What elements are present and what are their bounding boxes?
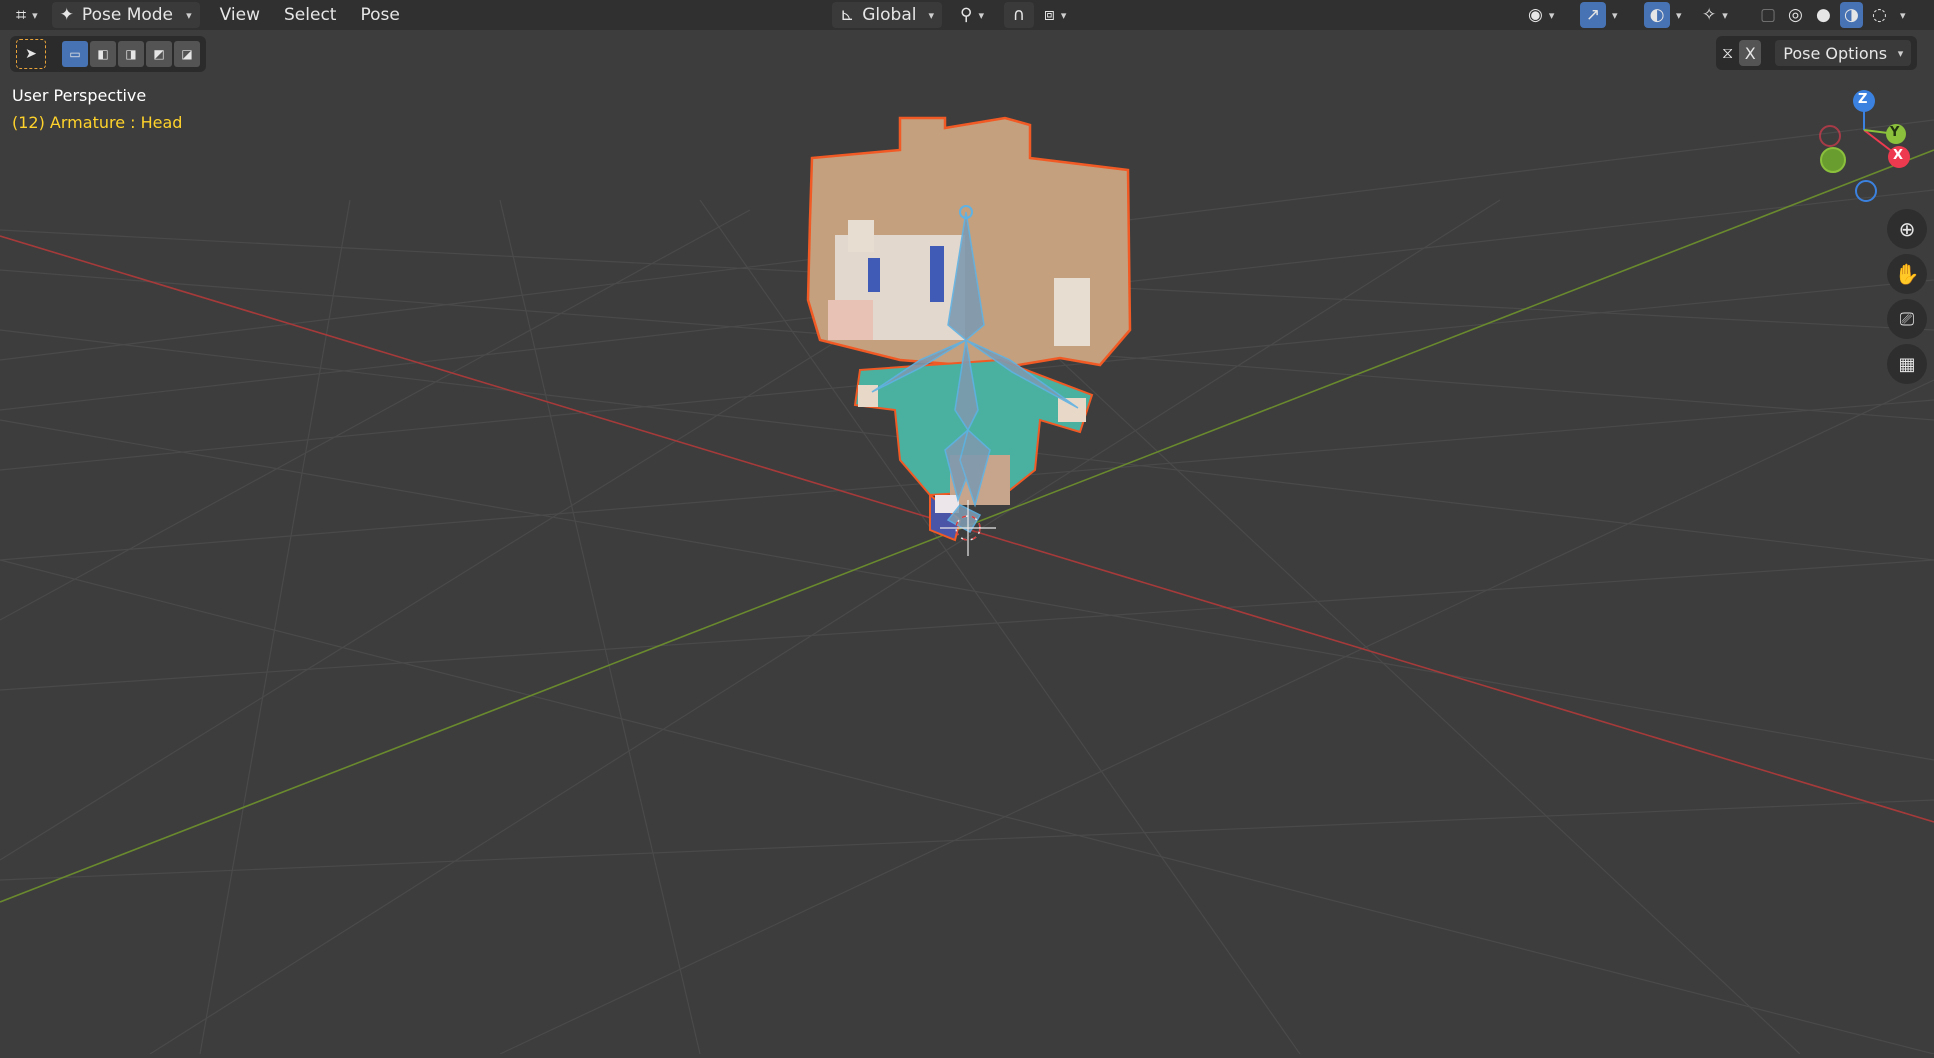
snap-target-button[interactable]: ⧈ ▾ <box>1036 2 1074 28</box>
select-mode-intersect[interactable]: ◪ <box>174 41 200 67</box>
pan-button[interactable]: ✋ <box>1887 254 1927 294</box>
pose-options-dropdown[interactable]: Pose Options ▾ <box>1775 40 1912 66</box>
shading-wireframe-button[interactable]: ◎ <box>1784 2 1807 28</box>
xray-toggle[interactable]: ▢ <box>1752 2 1784 28</box>
select-mode-new[interactable]: ▭ <box>62 41 88 67</box>
menu-view[interactable]: View <box>212 2 268 28</box>
pivot-point-button[interactable]: ⚲ ▾ <box>952 2 992 28</box>
select-mode-invert[interactable]: ◩ <box>146 41 172 67</box>
viewport-header: ⌗ ▾ ✦ Pose Mode ▾ View Select Pose ⊾ Glob… <box>0 0 1934 30</box>
mode-invert-icon: ◩ <box>153 47 165 61</box>
mode-subtract-icon: ◨ <box>125 47 137 61</box>
active-tool-button[interactable]: ➤ <box>16 39 46 69</box>
eye-icon: ◉ <box>1528 5 1543 25</box>
mode-intersect-icon: ◪ <box>181 47 193 61</box>
mirror-x-toggle[interactable]: X <box>1739 40 1762 66</box>
gizmo-y-label[interactable]: Y <box>1890 125 1899 140</box>
overlays-toggle[interactable]: ◐ ▾ <box>1636 2 1690 28</box>
editor-type-button[interactable]: ⌗ ▾ <box>8 2 46 28</box>
gizmo-icon: ↗ <box>1580 2 1606 28</box>
snap-increment-icon: ⧈ <box>1044 5 1055 25</box>
xray-icon: ▢ <box>1760 5 1777 25</box>
select-mode-subtract[interactable]: ◨ <box>118 41 144 67</box>
select-mode-extend[interactable]: ◧ <box>90 41 116 67</box>
camera-view-button[interactable]: ⎚ <box>1887 299 1927 339</box>
viewport-scene <box>0 0 1934 1055</box>
bone-icon: ✧ <box>1702 5 1717 25</box>
perspective-toggle-button[interactable]: ▦ <box>1887 344 1927 384</box>
wireframe-icon: ◎ <box>1788 5 1803 25</box>
camera-icon: ⎚ <box>1899 308 1915 330</box>
visibility-button[interactable]: ◉ ▾ <box>1520 2 1562 28</box>
overlays-icon: ◐ <box>1644 2 1670 28</box>
rendered-icon: ◌ <box>1872 5 1887 25</box>
orientation-label: Global <box>862 5 917 25</box>
bone-overlay-button[interactable]: ✧ ▾ <box>1694 2 1736 28</box>
mirror-x-label: X <box>1744 43 1756 63</box>
hand-icon: ✋ <box>1894 262 1920 286</box>
shading-options-button[interactable]: ▾ <box>1896 2 1910 28</box>
grid-perspective-icon: ▦ <box>1898 353 1916 375</box>
shading-solid-button[interactable]: ● <box>1812 2 1835 28</box>
gizmo-x-label[interactable]: X <box>1893 148 1903 163</box>
pivot-icon: ⚲ <box>960 5 973 25</box>
mode-dropdown[interactable]: ✦ Pose Mode ▾ <box>51 2 200 28</box>
zoom-icon: ⊕ <box>1898 217 1916 241</box>
menu-pose[interactable]: Pose <box>352 2 407 28</box>
zoom-button[interactable]: ⊕ <box>1887 209 1927 249</box>
mirror-icon: ⧖ <box>1722 43 1734 62</box>
pose-options-bar: ⧖ X Pose Options ▾ <box>1716 36 1918 70</box>
solid-icon: ● <box>1816 5 1831 25</box>
magnet-icon: ∩ <box>1012 5 1026 25</box>
mode-extend-icon: ◧ <box>97 47 109 61</box>
gizmo-z-label[interactable]: Z <box>1858 92 1867 107</box>
snap-toggle[interactable]: ∩ <box>1004 2 1034 28</box>
3d-viewport-icon: ⌗ <box>16 4 27 26</box>
shading-material-button[interactable]: ◑ <box>1840 2 1863 28</box>
transform-orientation-dropdown[interactable]: ⊾ Global ▾ <box>832 2 942 28</box>
select-box-icon: ➤ <box>25 46 37 62</box>
orientation-icon: ⊾ <box>840 5 855 25</box>
select-mode-group: ▭ ◧ ◨ ◩ ◪ <box>62 41 200 67</box>
menu-select[interactable]: Select <box>276 2 344 28</box>
tool-header: ➤ ▭ ◧ ◨ ◩ ◪ <box>10 36 206 72</box>
shading-rendered-button[interactable]: ◌ <box>1868 2 1891 28</box>
mode-new-icon: ▭ <box>69 47 81 61</box>
view-perspective-label: User Perspective <box>12 86 147 105</box>
material-icon: ◑ <box>1844 5 1859 25</box>
mode-label: Pose Mode <box>81 5 174 25</box>
gizmo-toggle[interactable]: ↗ ▾ <box>1572 2 1626 28</box>
object-info-label: (12) Armature : Head <box>12 113 183 132</box>
3d-viewport[interactable] <box>0 0 1934 1055</box>
pose-options-label: Pose Options <box>1783 43 1888 63</box>
pose-mode-icon: ✦ <box>59 5 74 25</box>
